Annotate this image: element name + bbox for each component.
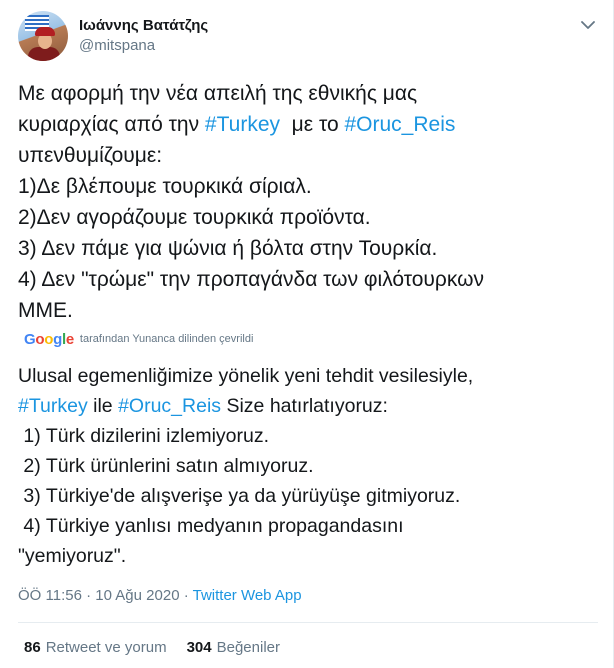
- tweet-time[interactable]: ÖÖ 11:56: [18, 587, 82, 604]
- text-line: 1)Δε βλέπουμε τουρκικά σίριαλ.: [18, 171, 598, 202]
- text-line: 4) Türkiye yanlısı medyanın propagandası…: [18, 511, 598, 541]
- text-segment: Με αφορμή την νέα απειλή της εθνικής μας: [18, 82, 418, 105]
- translation-attribution: Google tarafından Yunanca dilinden çevri…: [24, 330, 253, 348]
- text-segment: "yemiyoruz".: [18, 545, 127, 567]
- user-handle[interactable]: @mitspana: [79, 36, 208, 56]
- tweet-meta: ÖÖ 11:56 · 10 Ağu 2020 · Twitter Web App: [18, 587, 302, 604]
- likes-stat[interactable]: 304 Beğeniler: [187, 638, 280, 658]
- tweet-text: Με αφορμή την νέα απειλή της εθνικής μας…: [18, 78, 598, 326]
- text-segment: 4) Δεν "τρώμε" την προπαγάνδα των φιλότο…: [18, 268, 484, 291]
- text-segment: 4) Türkiye yanlısı medyanın propagandası…: [18, 515, 404, 537]
- text-segment: 2)Δεν αγοράζουμε τουρκικά προϊόντα.: [18, 206, 371, 229]
- text-segment: κυριαρχίας από την: [18, 113, 205, 136]
- text-segment: με το: [280, 113, 345, 136]
- google-logo-icon: Google: [24, 330, 74, 348]
- user-names: Ιωάννης Βατάτζης @mitspana: [79, 16, 208, 56]
- text-line: 4) Δεν "τρώμε" την προπαγάνδα των φιλότο…: [18, 264, 598, 295]
- translation-label: tarafından Yunanca dilinden çevrildi: [79, 333, 254, 345]
- text-line: "yemiyoruz".: [18, 541, 598, 571]
- display-name[interactable]: Ιωάννης Βατάτζης: [79, 16, 208, 36]
- hashtag-link[interactable]: #Oruc_Reis: [345, 113, 456, 136]
- tweet-header: Ιωάννης Βατάτζης @mitspana: [18, 10, 208, 62]
- text-segment: 1) Türk dizilerini izlemiyoruz.: [18, 425, 270, 447]
- tweet-stats: 86 Retweet ve yorum 304 Beğeniler: [24, 638, 280, 658]
- text-line: #Turkey ile #Oruc_Reis Size hatırlatıyor…: [18, 391, 598, 421]
- text-segment: Size hatırlatıyoruz:: [221, 395, 388, 417]
- text-segment: 3) Türkiye'de alışverişe ya da yürüyüşe …: [18, 485, 461, 507]
- text-line: Με αφορμή την νέα απειλή της εθνικής μας: [18, 78, 598, 109]
- retweets-stat[interactable]: 86 Retweet ve yorum: [24, 638, 167, 658]
- hashtag-link[interactable]: #Turkey: [205, 113, 280, 136]
- text-line: Ulusal egemenliğimize yönelik yeni tehdi…: [18, 361, 598, 391]
- tweet-date[interactable]: 10 Ağu 2020: [95, 587, 179, 604]
- text-segment: 3) Δεν πάμε για ψώνια ή βόλτα στην Τουρκ…: [18, 237, 438, 260]
- tweet-card: Ιωάννης Βατάτζης @mitspana Με αφορμή την…: [0, 0, 614, 668]
- hashtag-link[interactable]: #Oruc_Reis: [118, 395, 221, 417]
- text-segment: 2) Türk ürünlerini satın almıyoruz.: [18, 455, 314, 477]
- text-line: 3) Δεν πάμε για ψώνια ή βόλτα στην Τουρκ…: [18, 233, 598, 264]
- text-line: 1) Türk dizilerini izlemiyoruz.: [18, 421, 598, 451]
- divider: [18, 622, 598, 623]
- text-line: ΜΜΕ.: [18, 295, 598, 326]
- tweet-source-link[interactable]: Twitter Web App: [193, 587, 302, 604]
- chevron-down-icon[interactable]: [577, 14, 599, 36]
- text-line: 3) Türkiye'de alışverişe ya da yürüyüşe …: [18, 481, 598, 511]
- hashtag-link[interactable]: #Turkey: [18, 395, 88, 417]
- text-line: κυριαρχίας από την #Turkey με το #Oruc_R…: [18, 109, 598, 140]
- text-line: 2)Δεν αγοράζουμε τουρκικά προϊόντα.: [18, 202, 598, 233]
- text-segment: 1)Δε βλέπουμε τουρκικά σίριαλ.: [18, 175, 312, 198]
- text-segment: ΜΜΕ.: [18, 299, 73, 322]
- text-segment: υπενθυμίζουμε:: [18, 144, 163, 167]
- text-line: 2) Türk ürünlerini satın almıyoruz.: [18, 451, 598, 481]
- translated-text: Ulusal egemenliğimize yönelik yeni tehdi…: [18, 361, 598, 571]
- avatar[interactable]: [18, 11, 68, 61]
- text-segment: Ulusal egemenliğimize yönelik yeni tehdi…: [18, 365, 474, 387]
- text-line: υπενθυμίζουμε:: [18, 140, 598, 171]
- text-segment: ile: [87, 395, 119, 417]
